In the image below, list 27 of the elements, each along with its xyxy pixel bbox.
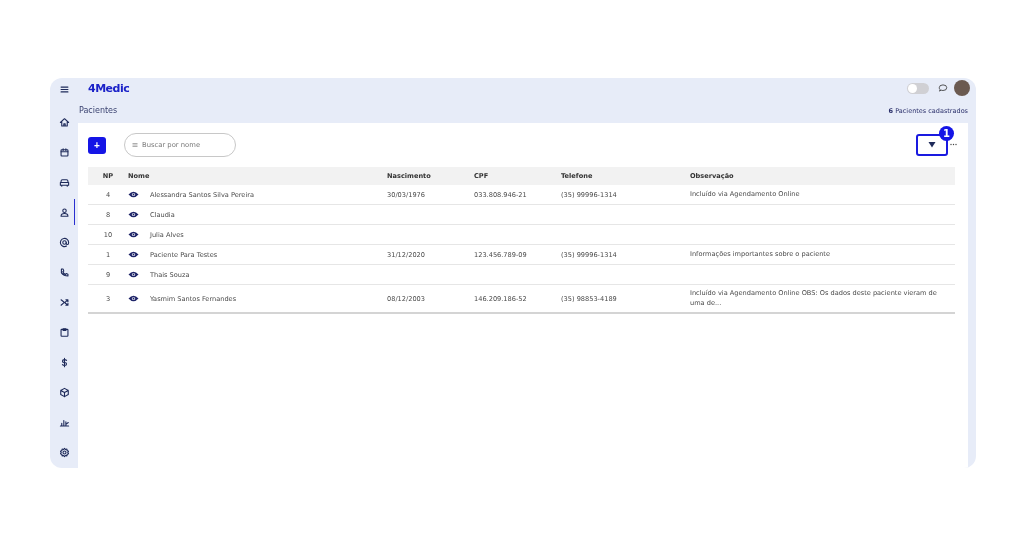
- eye-icon[interactable]: [128, 211, 139, 218]
- chat-icon[interactable]: [938, 83, 948, 93]
- eye-icon[interactable]: [128, 271, 139, 278]
- cube-icon[interactable]: [58, 386, 70, 398]
- eye-icon[interactable]: [128, 191, 139, 198]
- clipboard-icon[interactable]: [58, 326, 70, 338]
- filter-icon: [928, 141, 936, 149]
- eye-icon[interactable]: [128, 251, 139, 258]
- phone-icon[interactable]: [58, 266, 70, 278]
- filter-count-badge: 1: [939, 126, 954, 141]
- eye-icon[interactable]: [128, 231, 139, 238]
- avatar[interactable]: [954, 80, 970, 96]
- sofa-icon[interactable]: [58, 176, 70, 188]
- user-icon[interactable]: [58, 206, 70, 218]
- list-icon: [132, 142, 138, 148]
- theme-toggle[interactable]: [907, 82, 929, 94]
- at-icon[interactable]: [58, 236, 70, 248]
- more-icon[interactable]: [950, 142, 957, 146]
- page-title: Pacientes: [79, 106, 118, 115]
- app-logo: 4Medic: [88, 81, 130, 95]
- home-icon[interactable]: [58, 116, 70, 128]
- settings-icon[interactable]: [58, 446, 70, 458]
- menu-icon[interactable]: [58, 83, 70, 95]
- shuffle-icon[interactable]: [58, 296, 70, 308]
- eye-icon[interactable]: [128, 295, 139, 302]
- calendar-icon[interactable]: [58, 146, 70, 158]
- add-patient-button[interactable]: +: [88, 136, 106, 154]
